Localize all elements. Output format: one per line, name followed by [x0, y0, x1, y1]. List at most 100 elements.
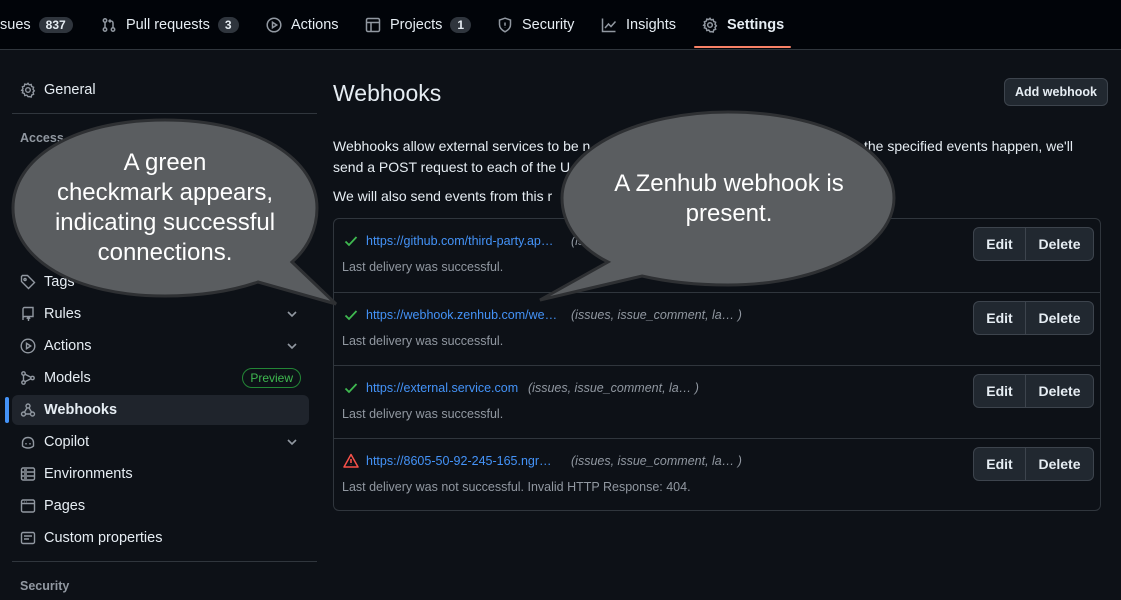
browser-icon — [20, 498, 36, 514]
tab-issues-label: sues — [0, 16, 31, 33]
webhook-events: (iss — [571, 234, 591, 248]
repo-nav: sues 837 Pull requests 3 Actions Project… — [0, 0, 1121, 50]
callout-line: A Zenhub webhook is — [614, 170, 844, 197]
check-icon — [344, 310, 358, 321]
webhook-last-delivery: Last delivery was successful. — [342, 334, 504, 348]
webhook-events: (issues, issue_comment, la… ) — [571, 308, 742, 322]
webhooks-description-secondary: We will also send events from this r — [333, 188, 553, 204]
edit-button[interactable]: Edit — [974, 448, 1026, 480]
edit-button[interactable]: Edit — [974, 375, 1026, 407]
webhook-url-link[interactable]: https://github.com/third-party.ap… — [366, 234, 553, 248]
active-tab-underline — [694, 46, 791, 48]
webhook-row: https://webhook.zenhub.com/we… (issues, … — [334, 292, 1100, 366]
table-icon — [365, 17, 381, 32]
chevron-down-icon[interactable] — [285, 435, 299, 449]
sidebar-item-label: Tags — [44, 274, 75, 290]
sidebar-item-webhooks[interactable]: Webhooks — [12, 395, 309, 425]
gear-icon — [702, 16, 718, 33]
tab-pull-requests-label: Pull requests — [126, 16, 210, 33]
tab-projects[interactable]: Projects 1 — [365, 0, 472, 49]
webhook-url-link[interactable]: https://webhook.zenhub.com/we… — [366, 308, 557, 322]
check-icon — [344, 236, 358, 247]
sidebar-item-label: Models — [44, 370, 91, 386]
sidebar-heading-security: Security — [20, 579, 70, 593]
add-webhook-button[interactable]: Add webhook — [1004, 78, 1108, 106]
tag-icon — [20, 274, 36, 290]
tab-settings-label: Settings — [727, 16, 785, 33]
issues-counter: 837 — [38, 16, 73, 33]
tab-projects-label: Projects — [390, 16, 443, 33]
sidebar-item-environments[interactable]: Environments — [12, 459, 309, 489]
play-icon — [266, 16, 282, 33]
tab-issues[interactable]: sues 837 — [0, 0, 73, 49]
copilot-icon — [20, 434, 36, 450]
sidebar-item-label: Actions — [44, 338, 92, 354]
graph-icon — [601, 18, 617, 32]
webhook-url-link[interactable]: https://8605-50-92-245-165.ngr… — [366, 454, 552, 468]
tab-security[interactable]: Security — [497, 0, 574, 49]
sidebar-item-rules[interactable]: Rules — [12, 299, 309, 329]
callout-line: present. — [685, 200, 773, 227]
sidebar-heading-access: Access — [20, 131, 64, 145]
alert-icon — [343, 453, 359, 468]
sidebar-item-label: Rules — [44, 306, 82, 322]
sidebar-item-tags[interactable]: Tags — [12, 267, 309, 297]
chevron-down-icon[interactable] — [285, 339, 299, 353]
sidebar-item-label: General — [44, 82, 96, 98]
webhook-actions: Edit Delete — [973, 447, 1094, 481]
delete-button[interactable]: Delete — [1026, 375, 1093, 407]
sidebar-item-label: Webhooks — [44, 402, 118, 418]
page-title: Webhooks — [333, 80, 442, 106]
repo-push-icon — [20, 306, 36, 322]
webhook-last-delivery: Last delivery was not successful. Invali… — [342, 480, 691, 494]
callout-line: indicating successful — [54, 209, 276, 236]
description-text: send a POST request to each of the U — [333, 159, 571, 175]
edit-button[interactable]: Edit — [974, 228, 1026, 260]
models-icon — [20, 370, 36, 386]
webhook-actions: Edit Delete — [973, 227, 1094, 261]
sidebar-item-copilot[interactable]: Copilot — [12, 427, 309, 457]
tab-actions[interactable]: Actions — [266, 0, 339, 49]
sidebar-item-pages[interactable]: Pages — [12, 491, 309, 521]
sidebar-item-label: Custom properties — [44, 530, 163, 546]
tab-settings[interactable]: Settings — [702, 0, 784, 49]
sidebar-item-label: Pages — [44, 498, 86, 514]
callout-text-right: A Zenhub webhook is present. — [570, 169, 888, 229]
sidebar-item-actions[interactable]: Actions — [12, 331, 309, 361]
webhook-icon — [20, 402, 36, 418]
tab-actions-label: Actions — [291, 16, 339, 33]
tab-insights[interactable]: Insights — [601, 0, 676, 49]
delete-button[interactable]: Delete — [1026, 448, 1093, 480]
gear-icon — [20, 82, 36, 98]
tab-insights-label: Insights — [626, 16, 676, 33]
webhook-events: (issues, issue_comment, la… ) — [571, 454, 742, 468]
sidebar-divider — [12, 561, 317, 562]
check-icon — [344, 383, 358, 394]
webhook-list: https://github.com/third-party.ap… (iss … — [333, 218, 1101, 511]
description-text: n the specified events happen, we'll — [852, 138, 1073, 154]
callout-line: connections. — [97, 239, 233, 266]
sidebar-divider — [12, 113, 317, 114]
edit-button[interactable]: Edit — [974, 302, 1026, 334]
preview-badge: Preview — [242, 368, 301, 388]
sidebar-item-custom-properties[interactable]: Custom properties — [12, 523, 309, 553]
webhook-row: https://github.com/third-party.ap… (iss … — [334, 219, 1100, 292]
tab-security-label: Security — [522, 16, 575, 33]
callout-text-left: A green checkmark appears, indicating su… — [15, 148, 315, 268]
shield-icon — [498, 16, 512, 33]
webhook-row: https://external.service.com (issues, is… — [334, 365, 1100, 439]
webhook-last-delivery: Last delivery was successful. — [342, 407, 504, 421]
webhook-url-link[interactable]: https://external.service.com — [366, 381, 518, 395]
webhook-actions: Edit Delete — [973, 301, 1094, 335]
chevron-down-icon[interactable] — [285, 307, 299, 321]
delete-button[interactable]: Delete — [1026, 302, 1093, 334]
delete-button[interactable]: Delete — [1026, 228, 1093, 260]
sidebar-item-models[interactable]: Models Preview — [12, 363, 309, 393]
webhook-actions: Edit Delete — [973, 374, 1094, 408]
description-text: Webhooks allow external services to be n — [333, 138, 591, 154]
selected-indicator — [5, 397, 9, 423]
tab-pull-requests[interactable]: Pull requests 3 — [101, 0, 239, 49]
callout-line: checkmark appears, — [56, 179, 274, 206]
pull-requests-counter: 3 — [217, 16, 239, 33]
sidebar-item-general[interactable]: General — [12, 75, 309, 105]
